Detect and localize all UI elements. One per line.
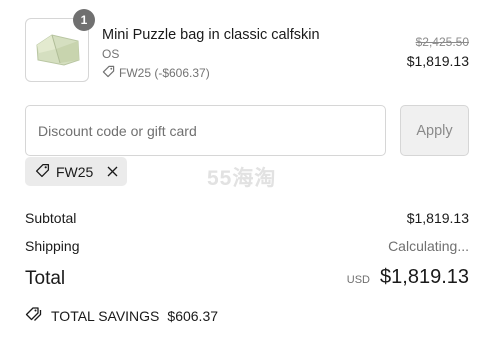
total-currency: USD [346, 274, 371, 286]
subtotal-value: $1,819.13 [406, 210, 469, 226]
shipping-label: Shipping [25, 238, 80, 254]
subtotal-label: Subtotal [25, 210, 77, 226]
total-savings: TOTAL SAVINGS $606.37 [25, 306, 218, 325]
cart-line-item: 1 Mini Puzzle bag in classic calfskin OS… [25, 9, 469, 86]
quantity-badge: 1 [73, 9, 95, 31]
original-price: $2,425.50 [415, 35, 469, 49]
product-thumbnail: 1 [25, 9, 95, 82]
product-price: $1,819.13 [406, 53, 469, 69]
total-amount: $1,819.13 [380, 266, 469, 288]
product-discount: FW25 (-$606.37) [102, 65, 210, 81]
product-variant: OS [102, 47, 120, 61]
product-discount-text: FW25 (-$606.37) [119, 66, 210, 80]
close-icon[interactable] [105, 165, 119, 179]
savings-value: $606.37 [167, 307, 219, 324]
total-label: Total [25, 268, 66, 289]
tag-icon [35, 163, 50, 181]
discount-code-input[interactable] [25, 105, 386, 156]
total-value: USD $1,819.13 [347, 266, 469, 289]
tag-icon [25, 306, 43, 325]
applied-discount-chip: FW25 [25, 157, 127, 186]
apply-button[interactable]: Apply [400, 105, 469, 156]
product-name: Mini Puzzle bag in classic calfskin [102, 27, 320, 43]
savings-label: TOTAL SAVINGS [51, 307, 160, 324]
tag-icon [102, 65, 115, 81]
applied-code-label: FW25 [56, 163, 94, 180]
shipping-value: Calculating... [388, 238, 469, 254]
puzzle-bag-image [36, 34, 80, 66]
watermark: 55海淘 [207, 167, 277, 190]
